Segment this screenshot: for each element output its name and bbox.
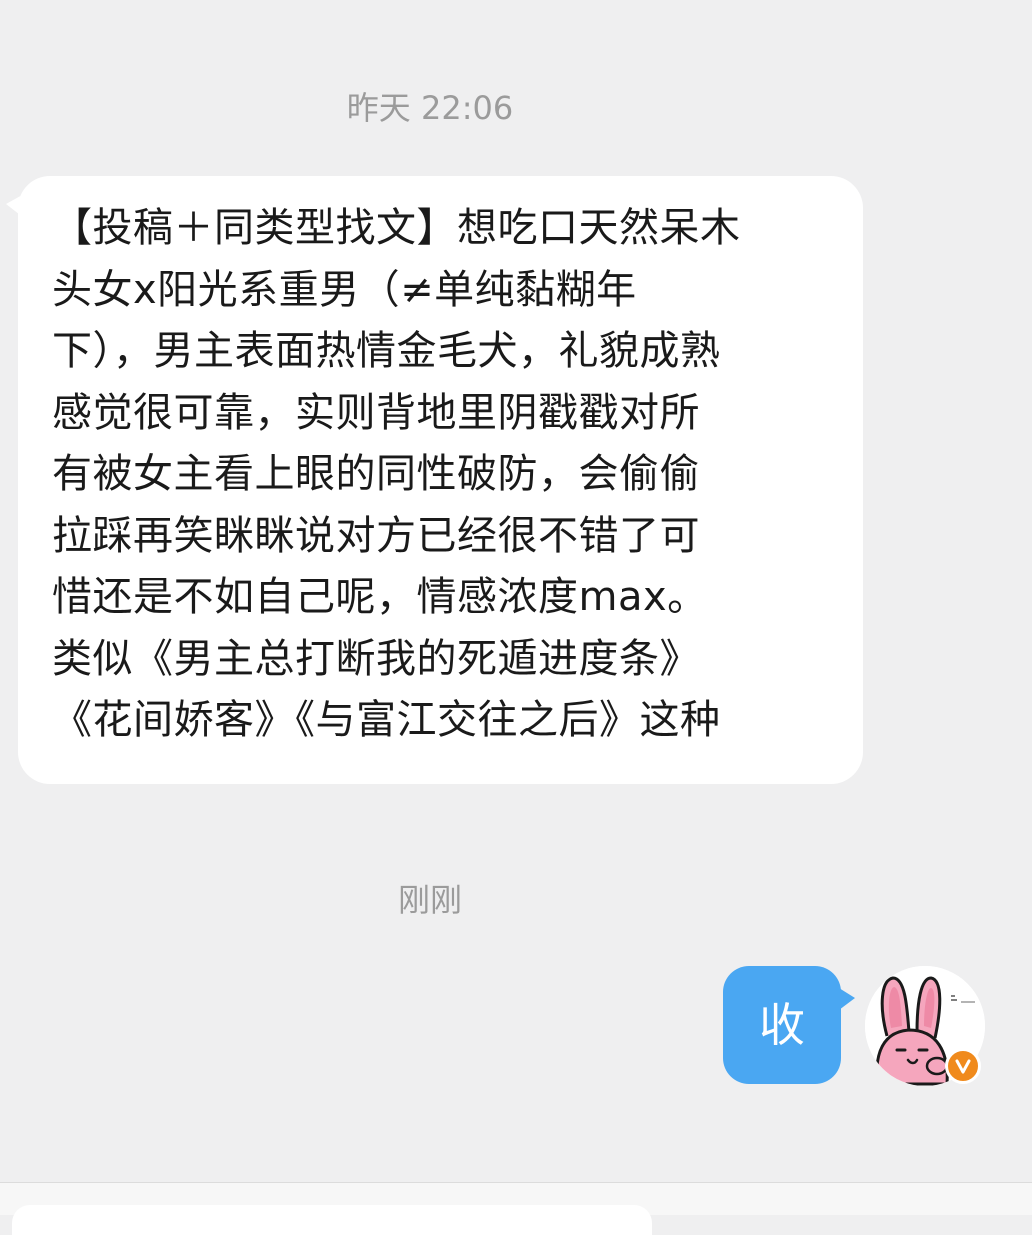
bubble-tail (839, 988, 855, 1010)
input-bar (0, 1182, 1032, 1235)
outgoing-message-bubble[interactable]: 收 (723, 966, 855, 1084)
verified-v-icon (945, 1048, 981, 1084)
timestamp-yesterday: 昨天 22:06 (346, 89, 514, 127)
timestamp-just-now: 刚刚 (397, 881, 462, 919)
incoming-message-text: 【投稿＋同类型找文】想吃口天然呆木 头女x阳光系重男（≠单纯黏糊年 下），男主表… (52, 205, 741, 743)
incoming-message-bubble[interactable]: 【投稿＋同类型找文】想吃口天然呆木 头女x阳光系重男（≠单纯黏糊年 下），男主表… (6, 176, 863, 784)
bubble-tail (6, 194, 24, 218)
outgoing-message-text: 收 (759, 998, 805, 1052)
message-input[interactable] (12, 1205, 652, 1235)
